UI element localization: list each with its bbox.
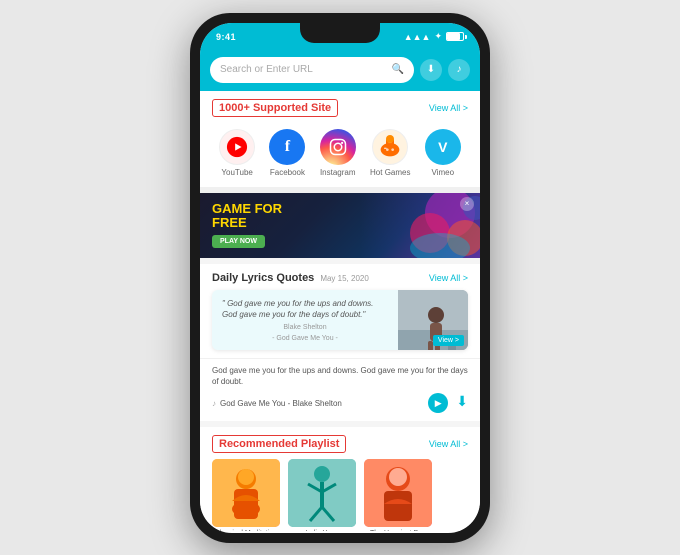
- site-facebook[interactable]: f Facebook: [269, 129, 305, 177]
- site-hotgames[interactable]: Hot Games: [370, 129, 410, 177]
- playlist-card-3[interactable]: The Happiest Pop: [364, 459, 432, 530]
- playlist-card-1[interactable]: Classical Meditation: [212, 459, 280, 530]
- instagram-icon: [320, 129, 356, 165]
- search-bar-container: Search or Enter URL 🔍 ⬇ ♪: [200, 51, 480, 91]
- lyrics-date: May 15, 2020: [320, 274, 368, 283]
- lyrics-section: Daily Lyrics Quotes May 15, 2020 View Al…: [200, 264, 480, 422]
- playlist-title: Recommended Playlist: [212, 435, 346, 453]
- ad-title-line2: FREE: [212, 216, 282, 230]
- ad-banner[interactable]: GAME FOR FREE PLAY NOW ×: [200, 193, 480, 258]
- lyrics-header: Daily Lyrics Quotes May 15, 2020 View Al…: [200, 264, 480, 290]
- quote-image: View >: [398, 290, 468, 350]
- search-bar[interactable]: Search or Enter URL 🔍: [210, 57, 414, 83]
- song-title: God Gave Me You - Blake Shelton: [220, 399, 342, 408]
- music-icon-btn[interactable]: ♪: [448, 59, 470, 81]
- site-vimeo[interactable]: V Vimeo: [425, 129, 461, 177]
- download-button[interactable]: ⬇: [456, 393, 468, 413]
- quote-artist: Blake Shelton: [222, 324, 388, 331]
- lyrics-view-all[interactable]: View All >: [429, 273, 468, 283]
- playlist-header: Recommended Playlist View All >: [200, 427, 480, 459]
- ad-close-button[interactable]: ×: [460, 197, 474, 211]
- song-name: ♪ God Gave Me You - Blake Shelton: [212, 399, 342, 408]
- quote-song-source: - God Gave Me You -: [222, 335, 388, 342]
- lyrics-title-group: Daily Lyrics Quotes May 15, 2020: [212, 272, 369, 284]
- status-icons: ▲▲▲ ✦: [404, 31, 464, 42]
- sites-row: YouTube f Facebook: [200, 123, 480, 193]
- youtube-label: YouTube: [221, 168, 252, 177]
- vimeo-icon: V: [425, 129, 461, 165]
- vimeo-label: Vimeo: [432, 168, 455, 177]
- battery-fill: [447, 33, 460, 40]
- ad-title-line1: GAME FOR: [212, 202, 282, 216]
- quote-card: " God gave me you for the ups and downs.…: [212, 290, 468, 350]
- phone-screen: 9:41 ▲▲▲ ✦ Search or Enter URL 🔍 ⬇ ♪: [200, 23, 480, 533]
- facebook-icon: f: [269, 129, 305, 165]
- search-icon: 🔍: [392, 64, 404, 75]
- song-description: God gave me you for the ups and downs. G…: [212, 365, 468, 387]
- play-button[interactable]: ▶: [428, 393, 448, 413]
- header-icons: ⬇ ♪: [420, 59, 470, 81]
- playlist-card-img-1: [212, 459, 280, 527]
- playlist-card-2[interactable]: Indie Yoga: [288, 459, 356, 530]
- youtube-icon: [219, 129, 255, 165]
- site-youtube[interactable]: YouTube: [219, 129, 255, 177]
- bluetooth-icon: ✦: [434, 31, 442, 42]
- quote-image-bg: View >: [398, 290, 468, 350]
- ad-text: GAME FOR FREE PLAY NOW: [212, 202, 282, 249]
- hotgames-label: Hot Games: [370, 168, 410, 177]
- play-now-button[interactable]: PLAY NOW: [212, 235, 265, 248]
- lyrics-title: Daily Lyrics Quotes: [212, 272, 314, 284]
- site-instagram[interactable]: Instagram: [320, 129, 356, 177]
- search-placeholder: Search or Enter URL: [220, 64, 386, 75]
- song-row: God gave me you for the ups and downs. G…: [200, 358, 480, 421]
- playlist-card-img-3: [364, 459, 432, 527]
- supported-sites-title: 1000+ Supported Site: [212, 99, 338, 117]
- phone-frame: 9:41 ▲▲▲ ✦ Search or Enter URL 🔍 ⬇ ♪: [190, 13, 490, 543]
- hotgames-icon: [372, 129, 408, 165]
- status-time: 9:41: [216, 32, 236, 42]
- supported-sites-view-all[interactable]: View All >: [429, 103, 468, 113]
- instagram-label: Instagram: [320, 168, 356, 177]
- playlist-section: Recommended Playlist View All >: [200, 427, 480, 530]
- quote-view-button[interactable]: View >: [433, 335, 464, 346]
- notch: [300, 23, 380, 43]
- quote-text: " God gave me you for the ups and downs.…: [222, 298, 388, 320]
- playlist-view-all[interactable]: View All >: [429, 439, 468, 449]
- playlist-cards: Classical Meditation: [200, 459, 480, 530]
- battery-icon: [446, 32, 464, 41]
- song-controls: ♪ God Gave Me You - Blake Shelton ▶ ⬇: [212, 393, 468, 413]
- music-note-icon: ♪: [212, 399, 216, 408]
- download-icon-btn[interactable]: ⬇: [420, 59, 442, 81]
- facebook-label: Facebook: [270, 168, 305, 177]
- main-content: 1000+ Supported Site View All > YouTube …: [200, 91, 480, 531]
- supported-sites-header: 1000+ Supported Site View All >: [200, 91, 480, 123]
- playlist-card-img-2: [288, 459, 356, 527]
- song-actions: ▶ ⬇: [428, 393, 468, 413]
- quote-text-block: " God gave me you for the ups and downs.…: [212, 290, 398, 350]
- wifi-icon: ▲▲▲: [404, 32, 431, 42]
- status-bar: 9:41 ▲▲▲ ✦: [200, 23, 480, 51]
